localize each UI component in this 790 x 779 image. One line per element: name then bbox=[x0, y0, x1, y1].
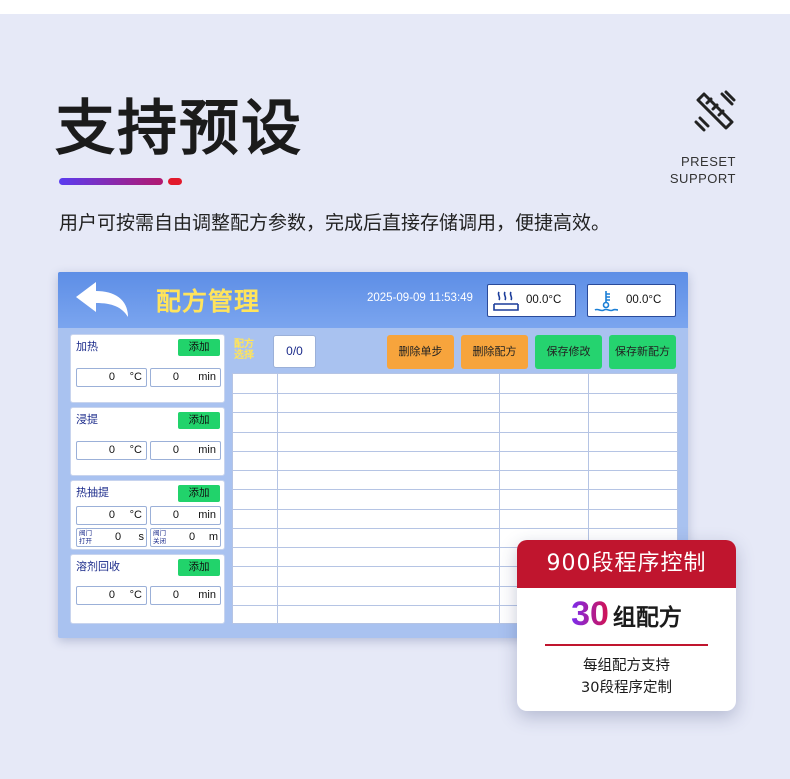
value: 0 bbox=[108, 589, 115, 601]
grid-row-line bbox=[233, 412, 677, 413]
promo-footnote: 每组配方支持 30段程序定制 bbox=[517, 655, 736, 699]
unit: min bbox=[198, 509, 216, 521]
grid-row-line bbox=[233, 509, 677, 510]
accent-dot bbox=[168, 178, 182, 185]
unit: °C bbox=[129, 371, 142, 383]
promo-card: 900段程序控制 30 组配方 每组配方支持 30段程序定制 bbox=[517, 540, 736, 711]
heating-time-input[interactable]: 0 min bbox=[150, 368, 221, 387]
section-extraction: 浸提 添加 0 °C 0 min bbox=[70, 407, 225, 476]
unit: min bbox=[198, 589, 216, 601]
recipe-select-input[interactable]: 0/0 bbox=[273, 335, 316, 368]
add-solvent-recovery-button[interactable]: 添加 bbox=[178, 559, 220, 576]
back-arrow-icon[interactable] bbox=[72, 279, 132, 321]
promo-number: 30 bbox=[571, 595, 609, 633]
label-line1: 配方 bbox=[234, 339, 254, 350]
value: 0 bbox=[115, 531, 122, 543]
recipe-select-label: 配方 选择 bbox=[234, 339, 254, 361]
temp1-value: 00.0°C bbox=[526, 294, 562, 306]
save-changes-button[interactable]: 保存修改 bbox=[535, 335, 602, 369]
grid-row-line bbox=[233, 528, 677, 529]
description: 用户可按需自由调整配方参数，完成后直接存储调用，便捷高效。 bbox=[59, 212, 611, 234]
extraction-temp-input[interactable]: 0 °C bbox=[76, 441, 147, 460]
solvent-recovery-time-input[interactable]: 0 min bbox=[150, 586, 221, 605]
unit: min bbox=[198, 444, 216, 456]
hot-extraction-temp-input[interactable]: 0 °C bbox=[76, 506, 147, 525]
add-hot-extraction-button[interactable]: 添加 bbox=[178, 485, 220, 502]
value: 0 bbox=[189, 531, 196, 543]
unit: °C bbox=[129, 589, 142, 601]
unit: °C bbox=[129, 444, 142, 456]
unit: °C bbox=[129, 509, 142, 521]
accent-bar bbox=[59, 178, 163, 185]
ruler-pencil-icon bbox=[694, 90, 736, 132]
preset-label-line1: PRESET bbox=[680, 154, 736, 169]
top-band bbox=[0, 0, 790, 14]
grid-row-line bbox=[233, 432, 677, 433]
hot-extraction-time-input[interactable]: 0 min bbox=[150, 506, 221, 525]
temperature-readout-2: 00.0°C bbox=[587, 284, 676, 317]
temperature-readout-1: 00.0°C bbox=[487, 284, 576, 317]
label-line1: 阀门 bbox=[79, 530, 92, 537]
label-line2: 打开 bbox=[79, 537, 92, 545]
datetime: 2025-09-09 11:53:49 bbox=[367, 292, 473, 304]
grid-row-line bbox=[233, 451, 677, 452]
section-title: 浸提 bbox=[76, 413, 98, 426]
unit: m bbox=[208, 531, 218, 543]
value: 0 bbox=[172, 371, 179, 383]
preset-label-line2: SUPPORT bbox=[669, 171, 736, 186]
value: 0 bbox=[172, 589, 179, 601]
grid-row-line bbox=[233, 489, 677, 490]
section-title: 加热 bbox=[76, 340, 98, 353]
screen-title: 配方管理 bbox=[156, 287, 261, 316]
section-title: 溶剂回收 bbox=[76, 560, 120, 573]
delete-recipe-button[interactable]: 删除配方 bbox=[461, 335, 528, 369]
valve-close-input[interactable]: 阀门 关闭 0 m bbox=[150, 528, 221, 547]
section-solvent-recovery: 溶剂回收 添加 0 °C 0 min bbox=[70, 554, 225, 624]
promo-unit: 组配方 bbox=[612, 605, 682, 631]
solvent-recovery-temp-input[interactable]: 0 °C bbox=[76, 586, 147, 605]
label-line1: 阀门 bbox=[153, 530, 166, 537]
value: 0 bbox=[108, 444, 115, 456]
promo-foot-line2: 30段程序定制 bbox=[581, 680, 672, 696]
unit: min bbox=[198, 371, 216, 383]
valve-open-input[interactable]: 阀门 打开 0 s bbox=[76, 528, 147, 547]
temp2-value: 00.0°C bbox=[626, 294, 662, 306]
valve-close-label: 阀门 关闭 bbox=[153, 530, 166, 545]
preset-support-label: PRESET SUPPORT bbox=[670, 153, 736, 187]
add-extraction-button[interactable]: 添加 bbox=[178, 412, 220, 429]
value: 0 bbox=[108, 509, 115, 521]
section-hot-extraction: 热抽提 添加 0 °C 0 min 阀门 打开 0 s 阀门 关闭 0 m bbox=[70, 480, 225, 550]
section-heating: 加热 添加 0 °C 0 min bbox=[70, 334, 225, 403]
valve-open-label: 阀门 打开 bbox=[79, 530, 92, 545]
delete-step-button[interactable]: 删除单步 bbox=[387, 335, 454, 369]
screen-header: 配方管理 2025-09-09 11:53:49 00.0°C 00.0°C bbox=[58, 272, 688, 328]
value: 0 bbox=[172, 444, 179, 456]
promo-recipe-count: 30 组配方 bbox=[517, 595, 736, 634]
add-heating-button[interactable]: 添加 bbox=[178, 339, 220, 356]
section-title: 热抽提 bbox=[76, 486, 109, 499]
save-new-recipe-button[interactable]: 保存新配方 bbox=[609, 335, 676, 369]
heating-temp-input[interactable]: 0 °C bbox=[76, 368, 147, 387]
promo-headline: 900段程序控制 bbox=[517, 540, 736, 588]
promo-foot-line1: 每组配方支持 bbox=[583, 658, 670, 674]
liquid-temperature-icon bbox=[594, 291, 619, 312]
heater-icon bbox=[493, 291, 519, 311]
unit: s bbox=[138, 531, 145, 543]
value: 0 bbox=[108, 371, 115, 383]
page-title: 支持预设 bbox=[55, 94, 303, 164]
label-line2: 选择 bbox=[234, 350, 254, 361]
grid-row-line bbox=[233, 393, 677, 394]
value: 0 bbox=[172, 509, 179, 521]
grid-row-line bbox=[233, 470, 677, 471]
label-line2: 关闭 bbox=[153, 537, 166, 545]
promo-divider bbox=[545, 644, 708, 646]
extraction-time-input[interactable]: 0 min bbox=[150, 441, 221, 460]
